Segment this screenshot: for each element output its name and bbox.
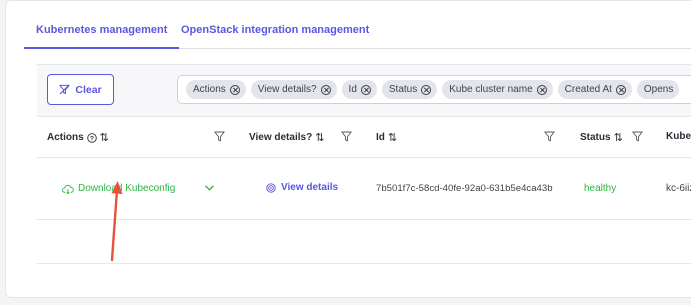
row-divider — [37, 219, 691, 220]
remove-chip-icon[interactable] — [320, 84, 331, 95]
column-chip: Actions — [186, 80, 246, 99]
column-label: Actions — [47, 132, 84, 143]
chip-label: Actions — [193, 84, 226, 95]
cloud-download-icon — [62, 184, 74, 194]
filter-icon[interactable] — [214, 131, 225, 142]
column-header-id: Id ⇅ — [376, 131, 397, 144]
filter-icon[interactable] — [544, 131, 555, 142]
column-chip: Opens — [636, 80, 680, 99]
column-header-kube: Kube — [666, 131, 691, 142]
column-chip-bar: Actions View details? Id Status Kube clu… — [177, 75, 691, 104]
filter-icon[interactable] — [341, 131, 352, 142]
cluster-id-cell: 7b501f7c-58cd-40fe-92a0-631b5e4ca43b — [376, 183, 553, 194]
remove-chip-icon[interactable] — [615, 84, 626, 95]
column-chip: Id — [341, 80, 377, 99]
column-chip: Kube cluster name — [442, 80, 553, 99]
column-label: Id — [376, 132, 385, 143]
remove-chip-icon[interactable] — [421, 84, 432, 95]
filter-icon[interactable] — [632, 131, 643, 142]
column-chip: Status — [381, 80, 438, 99]
target-icon — [266, 182, 276, 193]
svg-text:?: ? — [90, 135, 94, 142]
tab-openstack-integration-management[interactable]: OpenStack integration management — [181, 12, 369, 49]
tab-bar: Kubernetes management OpenStack integrat… — [24, 12, 691, 49]
chip-label: View details? — [257, 84, 317, 95]
column-label: Kube — [666, 131, 691, 142]
view-details-label: View details — [281, 182, 339, 193]
remove-chip-icon[interactable] — [229, 84, 240, 95]
status-cell: healthy — [584, 183, 617, 194]
column-header-status: Status ⇅ — [580, 131, 623, 144]
chip-label: Kube cluster name — [449, 84, 533, 95]
sort-icon[interactable]: ⇅ — [388, 131, 397, 144]
sort-icon[interactable]: ⇅ — [614, 131, 623, 144]
download-kubeconfig-label: Download Kubeconfig — [78, 183, 176, 194]
help-icon[interactable]: ? — [86, 132, 97, 143]
sort-icon[interactable]: ⇅ — [315, 131, 324, 144]
row-divider — [37, 263, 691, 264]
filter-clear-icon — [59, 84, 70, 95]
remove-chip-icon[interactable] — [536, 84, 547, 95]
chip-label: Created At — [564, 84, 612, 95]
chevron-down-icon[interactable] — [204, 183, 215, 192]
column-label: View details? — [249, 132, 313, 143]
column-chip: Created At — [557, 80, 632, 99]
annotation-arrow-icon — [110, 181, 123, 262]
tab-kubernetes-management[interactable]: Kubernetes management — [24, 12, 180, 49]
kube-cluster-name-cell: kc-6iiz — [666, 183, 691, 194]
column-header-actions: Actions ? ⇅ — [47, 131, 109, 144]
chip-label: Status — [388, 84, 418, 95]
clear-filters-button[interactable]: Clear — [47, 74, 114, 105]
column-label: Status — [580, 132, 611, 143]
sort-icon[interactable]: ⇅ — [100, 131, 109, 144]
column-header-view-details: View details? ⇅ — [249, 131, 324, 144]
column-chip: View details? — [250, 80, 337, 99]
view-details-link[interactable]: View details — [266, 182, 338, 193]
chip-label: Id — [348, 84, 357, 95]
remove-chip-icon[interactable] — [360, 84, 371, 95]
chip-label: Opens — [643, 84, 674, 95]
clear-button-label: Clear — [75, 83, 102, 96]
